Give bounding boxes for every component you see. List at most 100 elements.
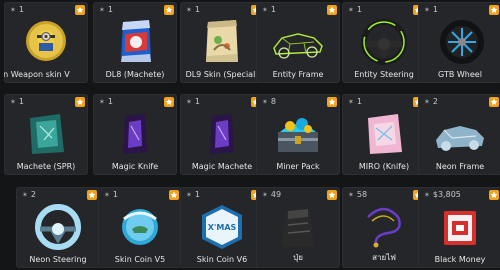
favorite-star-icon[interactable]	[327, 97, 337, 107]
red-money-icon	[444, 211, 476, 245]
inventory-item[interactable]: ✶ 1 Magic Knife	[93, 94, 177, 175]
item-label: oin Weapon skin V	[4, 70, 70, 79]
quantity-star-icon: ✶	[186, 6, 192, 14]
inventory-item[interactable]: ✶ 1 Skin Coin V5	[98, 187, 182, 268]
quantity-star-icon: ✶	[348, 98, 354, 106]
chip-bag-icon	[121, 20, 151, 62]
item-quantity: ✶ 1	[186, 190, 200, 199]
teal-pack-icon	[30, 114, 64, 154]
inventory-item[interactable]: ✶ 1 GTB Wheel	[418, 2, 500, 83]
item-quantity: ✶ 1	[186, 5, 200, 14]
item-quantity: ✶ 1	[10, 97, 24, 106]
item-label: Neon Steering	[29, 255, 87, 264]
purple-pack-icon	[210, 114, 234, 154]
item-label: Entity Steering	[354, 70, 414, 79]
favorite-star-icon[interactable]	[164, 97, 174, 107]
item-label: DL9 Skin (Special)	[185, 70, 259, 79]
favorite-star-icon[interactable]	[75, 5, 85, 15]
item-label: สายไฟ	[372, 253, 396, 262]
quantity-star-icon: ✶	[262, 98, 268, 106]
item-quantity: ✶ 49	[262, 190, 282, 199]
favorite-star-icon[interactable]	[489, 97, 499, 107]
inventory-item[interactable]: ✶ $3,805 Black Money	[418, 187, 500, 268]
inventory-item[interactable]: ✶ 1 Machete (SPR)	[4, 94, 88, 175]
item-quantity: ✶ 1	[424, 5, 438, 14]
item-label: Miner Pack	[276, 162, 320, 171]
inventory-item[interactable]: ✶ 1 MIRO (Knife)	[342, 94, 426, 175]
snack-bag-icon	[206, 20, 238, 62]
item-quantity: ✶ 1	[104, 190, 118, 199]
inventory-item[interactable]: ✶ 1 Magic Machete	[180, 94, 264, 175]
item-quantity: ✶ 1	[186, 97, 200, 106]
purple-pack-icon	[123, 114, 147, 154]
item-label: DL8 (Machete)	[105, 70, 165, 79]
item-label: ปุ่ย	[293, 253, 303, 262]
item-label: MIRO (Knife)	[358, 162, 410, 171]
item-label: Magic Machete	[191, 162, 253, 171]
favorite-star-icon[interactable]	[489, 190, 499, 200]
favorite-star-icon[interactable]	[87, 190, 97, 200]
favorite-star-icon[interactable]	[489, 5, 499, 15]
item-label: Machete (SPR)	[16, 162, 76, 171]
quantity-star-icon: ✶	[424, 6, 430, 14]
minion-coin-icon	[26, 21, 66, 61]
inventory-item[interactable]: ✶ 8 Miner Pack	[256, 94, 340, 175]
item-quantity: ✶ 8	[262, 97, 276, 106]
item-label: Magic Knife	[111, 162, 159, 171]
favorite-star-icon[interactable]	[164, 5, 174, 15]
quantity-star-icon: ✶	[186, 191, 192, 199]
quantity-star-icon: ✶	[22, 191, 28, 199]
cable-icon	[367, 207, 401, 248]
item-label: Skin Coin V5	[114, 255, 166, 264]
item-label: Neon Frame	[435, 162, 485, 171]
quantity-star-icon: ✶	[99, 6, 105, 14]
inventory-item[interactable]: ✶ 2 Neon Steering	[16, 187, 100, 268]
item-label: Black Money	[434, 255, 486, 264]
pink-pack-icon	[368, 114, 402, 154]
inventory-item[interactable]: ✶ 49 ปุ่ย	[256, 187, 340, 268]
item-quantity: ✶ 1	[10, 5, 24, 14]
quantity-star-icon: ✶	[348, 191, 354, 199]
ice-car-frame-icon	[436, 126, 484, 151]
steering-wheel-icon	[361, 19, 407, 65]
item-quantity: ✶ 2	[22, 190, 36, 199]
xmas-coin-icon: X'MAS	[202, 205, 242, 249]
item-label: Skin Coin V6	[196, 255, 248, 264]
item-label: GTB Wheel	[438, 70, 482, 79]
item-quantity: ✶ 2	[424, 97, 438, 106]
quantity-star-icon: ✶	[348, 6, 354, 14]
quantity-star-icon: ✶	[424, 98, 430, 106]
favorite-star-icon[interactable]	[169, 190, 179, 200]
inventory-item[interactable]: ✶ 1 DL8 (Machete)	[93, 2, 177, 83]
inventory-item[interactable]: ✶1 oin Weapon skin V	[4, 2, 88, 83]
ice-steering-icon	[35, 204, 81, 250]
inventory-item[interactable]: ✶ 1 Entity Steering	[342, 2, 426, 83]
quantity-star-icon: ✶	[99, 98, 105, 106]
xmas-text: X'MAS	[208, 223, 237, 232]
item-quantity: ✶ 1	[348, 97, 362, 106]
item-quantity: ✶ 58	[348, 190, 368, 199]
quantity-star-icon: ✶	[186, 98, 192, 106]
inventory-item[interactable]: ✶ 1 Entity Frame	[256, 2, 340, 83]
inventory-grid: ✶1 oin Weapon skin V ✶1 DL8 (Machete) ✶1	[0, 0, 500, 270]
car-wireframe-icon	[273, 33, 323, 59]
quantity-star-icon: ✶	[10, 98, 16, 106]
treasure-chest-icon	[278, 118, 318, 152]
inventory-item[interactable]: ✶ 1 DL9 Skin (Special)	[180, 2, 264, 83]
inventory-item[interactable]: ✶ 58 สายไฟ	[342, 187, 426, 268]
inventory-item[interactable]: ✶ 2 Neon Frame	[418, 94, 500, 175]
inventory-item[interactable]: ✶ 1 X'MAS Skin Coin V6	[180, 187, 264, 268]
item-quantity: ✶ 1	[99, 97, 113, 106]
item-quantity: ✶ 1	[99, 5, 113, 14]
frosted-coin-icon	[122, 209, 158, 245]
favorite-star-icon[interactable]	[75, 97, 85, 107]
quantity-star-icon: ✶	[262, 6, 268, 14]
item-label: Entity Frame	[272, 70, 324, 79]
quantity-star-icon: ✶	[262, 191, 268, 199]
favorite-star-icon[interactable]	[327, 5, 337, 15]
quantity-star-icon: ✶	[10, 6, 16, 14]
fertilizer-bag-icon	[282, 209, 314, 247]
item-quantity: ✶ 1	[348, 5, 362, 14]
favorite-star-icon[interactable]	[327, 190, 337, 200]
quantity-star-icon: ✶	[424, 191, 430, 199]
